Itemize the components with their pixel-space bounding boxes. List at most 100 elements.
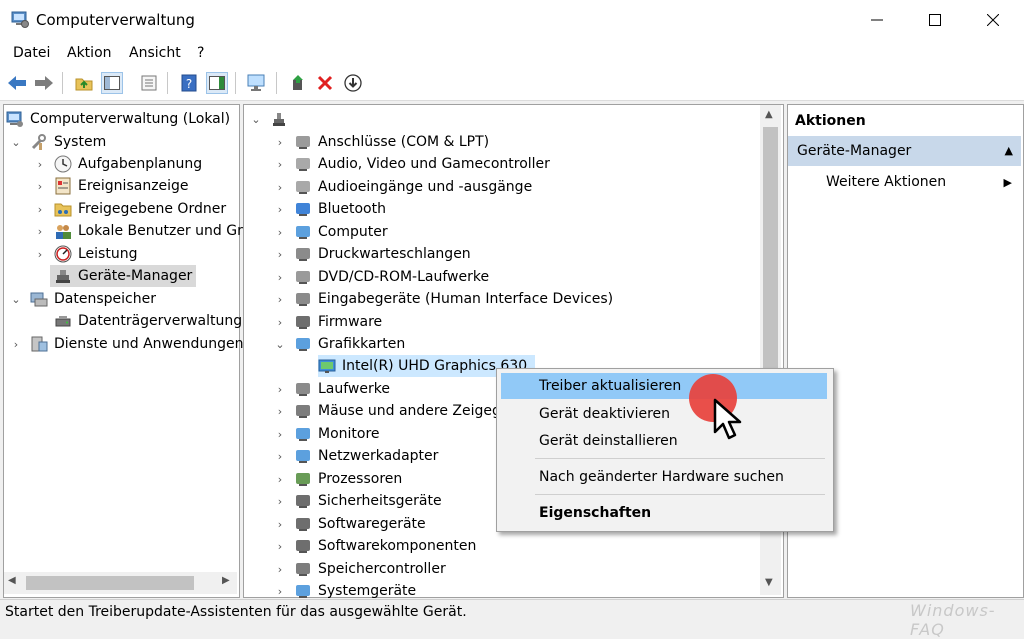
tree-item-geraete-manager[interactable]: Geräte-Manager [50, 265, 197, 287]
chevron-right-icon[interactable]: › [274, 226, 286, 239]
tree-item-datentraegerverwaltung[interactable]: Datenträgerverwaltung [54, 310, 242, 332]
chevron-right-icon[interactable]: › [34, 203, 46, 216]
tree-root[interactable]: Computerverwaltung (Lokal) [6, 108, 230, 130]
scan-hardware-button[interactable] [246, 72, 268, 94]
device-category-8[interactable]: › Firmware [274, 311, 382, 333]
device-category-14[interactable]: › Prozessoren [274, 468, 402, 490]
device-category-7[interactable]: › Eingabegeräte (Human Interface Devices) [274, 288, 613, 310]
chevron-right-icon[interactable]: › [274, 563, 286, 576]
tree-item-aufgabenplanung[interactable]: › Aufgabenplanung [34, 153, 202, 175]
device-category-13[interactable]: › Netzwerkadapter [274, 445, 439, 467]
scroll-left-icon[interactable]: ◀ [8, 575, 16, 586]
tree-item-system[interactable]: ⌄ System [10, 131, 106, 153]
ctx-geraet-deaktivieren[interactable]: Gerät deaktivieren [501, 401, 827, 427]
device-category-15[interactable]: › Sicherheitsgeräte [274, 490, 442, 512]
ctx-geraet-deinstallieren[interactable]: Gerät deinstallieren [501, 428, 827, 454]
uninstall-device-button[interactable] [314, 72, 336, 94]
chevron-right-icon[interactable]: › [274, 495, 286, 508]
ctx-treiber-aktualisieren[interactable]: Treiber aktualisieren [501, 373, 827, 399]
scroll-down-icon[interactable]: ▼ [765, 577, 773, 588]
actions-section-geraete-manager[interactable]: Geräte-Manager ▲ [788, 136, 1021, 166]
chevron-right-icon[interactable]: › [274, 181, 286, 194]
chevron-right-icon[interactable]: › [274, 518, 286, 531]
tree-item-leistung[interactable]: › Leistung [34, 243, 137, 265]
tree-item-datenspeicher[interactable]: ⌄ Datenspeicher [10, 288, 156, 310]
chevron-right-icon[interactable]: › [34, 158, 46, 171]
ctx-label: Gerät deinstallieren [539, 433, 678, 449]
menu-help[interactable]: ? [197, 45, 204, 61]
chevron-right-icon[interactable]: › [10, 338, 22, 351]
device-category-12[interactable]: › Monitore [274, 423, 380, 445]
device-manager-icon [54, 267, 72, 285]
device-category-label: Eingabegeräte (Human Interface Devices) [318, 291, 614, 307]
tree-item-dienste[interactable]: › Dienste und Anwendungen [10, 333, 244, 355]
chevron-right-icon[interactable]: › [274, 405, 286, 418]
chevron-down-icon[interactable]: ⌄ [10, 293, 22, 306]
device-category-icon [294, 582, 312, 600]
chevron-right-icon[interactable]: › [274, 450, 286, 463]
scroll-right-icon[interactable]: ▶ [222, 575, 230, 586]
properties-button[interactable] [138, 72, 160, 94]
tree-item-freigegebene-ordner[interactable]: › Freigegebene Ordner [34, 198, 226, 220]
chevron-right-icon[interactable]: › [274, 248, 286, 261]
back-button[interactable] [6, 72, 28, 94]
left-horizontal-scrollbar[interactable]: ◀ ▶ [4, 572, 237, 594]
arrow-right-icon [35, 76, 53, 90]
tree-item-ereignisanzeige[interactable]: › Ereignisanzeige [34, 175, 189, 197]
device-category-4[interactable]: › Computer [274, 221, 388, 243]
chevron-down-icon[interactable]: ⌄ [10, 136, 22, 149]
collapse-triangle-icon[interactable]: ▲ [1005, 144, 1013, 157]
device-category-9[interactable]: ⌄ Grafikkarten [274, 333, 405, 355]
weitere-aktionen-link[interactable]: Weitere Aktionen ▶ [826, 171, 1016, 193]
device-category-3[interactable]: › Bluetooth [274, 198, 386, 220]
menu-datei[interactable]: Datei [13, 45, 50, 61]
chevron-right-icon[interactable]: › [274, 428, 286, 441]
chevron-right-icon[interactable]: › [274, 271, 286, 284]
device-category-10[interactable]: › Laufwerke [274, 378, 390, 400]
chevron-right-icon[interactable]: › [274, 293, 286, 306]
chevron-right-icon[interactable]: › [274, 585, 286, 598]
menu-aktion[interactable]: Aktion [67, 45, 112, 61]
device-category-6[interactable]: › DVD/CD-ROM-Laufwerke [274, 266, 489, 288]
device-tree-root[interactable]: ⌄ [250, 108, 294, 130]
close-button[interactable] [962, 0, 1024, 40]
device-category-16[interactable]: › Softwaregeräte [274, 513, 426, 535]
chevron-right-icon[interactable]: › [274, 136, 286, 149]
chevron-right-icon[interactable]: › [34, 180, 46, 193]
ctx-eigenschaften[interactable]: Eigenschaften [501, 500, 827, 526]
chevron-down-icon[interactable]: ⌄ [274, 338, 286, 351]
ctx-hardware-suchen[interactable]: Nach geänderter Hardware suchen [501, 464, 827, 490]
maximize-button[interactable] [904, 0, 966, 40]
update-driver-button[interactable] [287, 72, 309, 94]
chevron-right-icon[interactable]: › [274, 540, 286, 553]
chevron-right-icon[interactable]: › [274, 158, 286, 171]
tree-label: System [54, 134, 107, 150]
device-category-2[interactable]: › Audioeingänge und -ausgänge [274, 176, 532, 198]
device-category-5[interactable]: › Druckwarteschlangen [274, 243, 471, 265]
device-category-18[interactable]: › Speichercontroller [274, 558, 446, 580]
forward-button[interactable] [33, 72, 55, 94]
show-hide-console-tree-button[interactable] [101, 72, 123, 94]
chevron-right-icon[interactable]: › [274, 383, 286, 396]
scrollbar-thumb[interactable] [26, 576, 194, 590]
chevron-right-icon[interactable]: › [34, 248, 46, 261]
chevron-right-icon[interactable]: › [274, 473, 286, 486]
chevron-right-icon[interactable]: › [274, 316, 286, 329]
svg-text:?: ? [186, 77, 192, 91]
device-category-17[interactable]: › Softwarekomponenten [274, 535, 477, 557]
device-category-label: Audio, Video und Gamecontroller [318, 156, 550, 172]
device-category-1[interactable]: › Audio, Video und Gamecontroller [274, 153, 550, 175]
chevron-right-icon[interactable]: › [34, 225, 46, 238]
scroll-up-icon[interactable]: ▲ [765, 109, 773, 120]
device-category-0[interactable]: › Anschlüsse (COM & LPT) [274, 131, 489, 153]
users-icon [54, 222, 72, 240]
minimize-button[interactable] [846, 0, 908, 40]
help-button[interactable]: ? [178, 72, 200, 94]
chevron-right-icon[interactable]: › [274, 203, 286, 216]
up-folder-button[interactable] [73, 72, 95, 94]
chevron-down-icon[interactable]: ⌄ [250, 113, 262, 126]
show-hide-action-pane-button[interactable] [206, 72, 228, 94]
menu-ansicht[interactable]: Ansicht [129, 45, 181, 61]
disable-device-button[interactable] [342, 72, 364, 94]
device-category-label: Grafikkarten [318, 336, 406, 352]
